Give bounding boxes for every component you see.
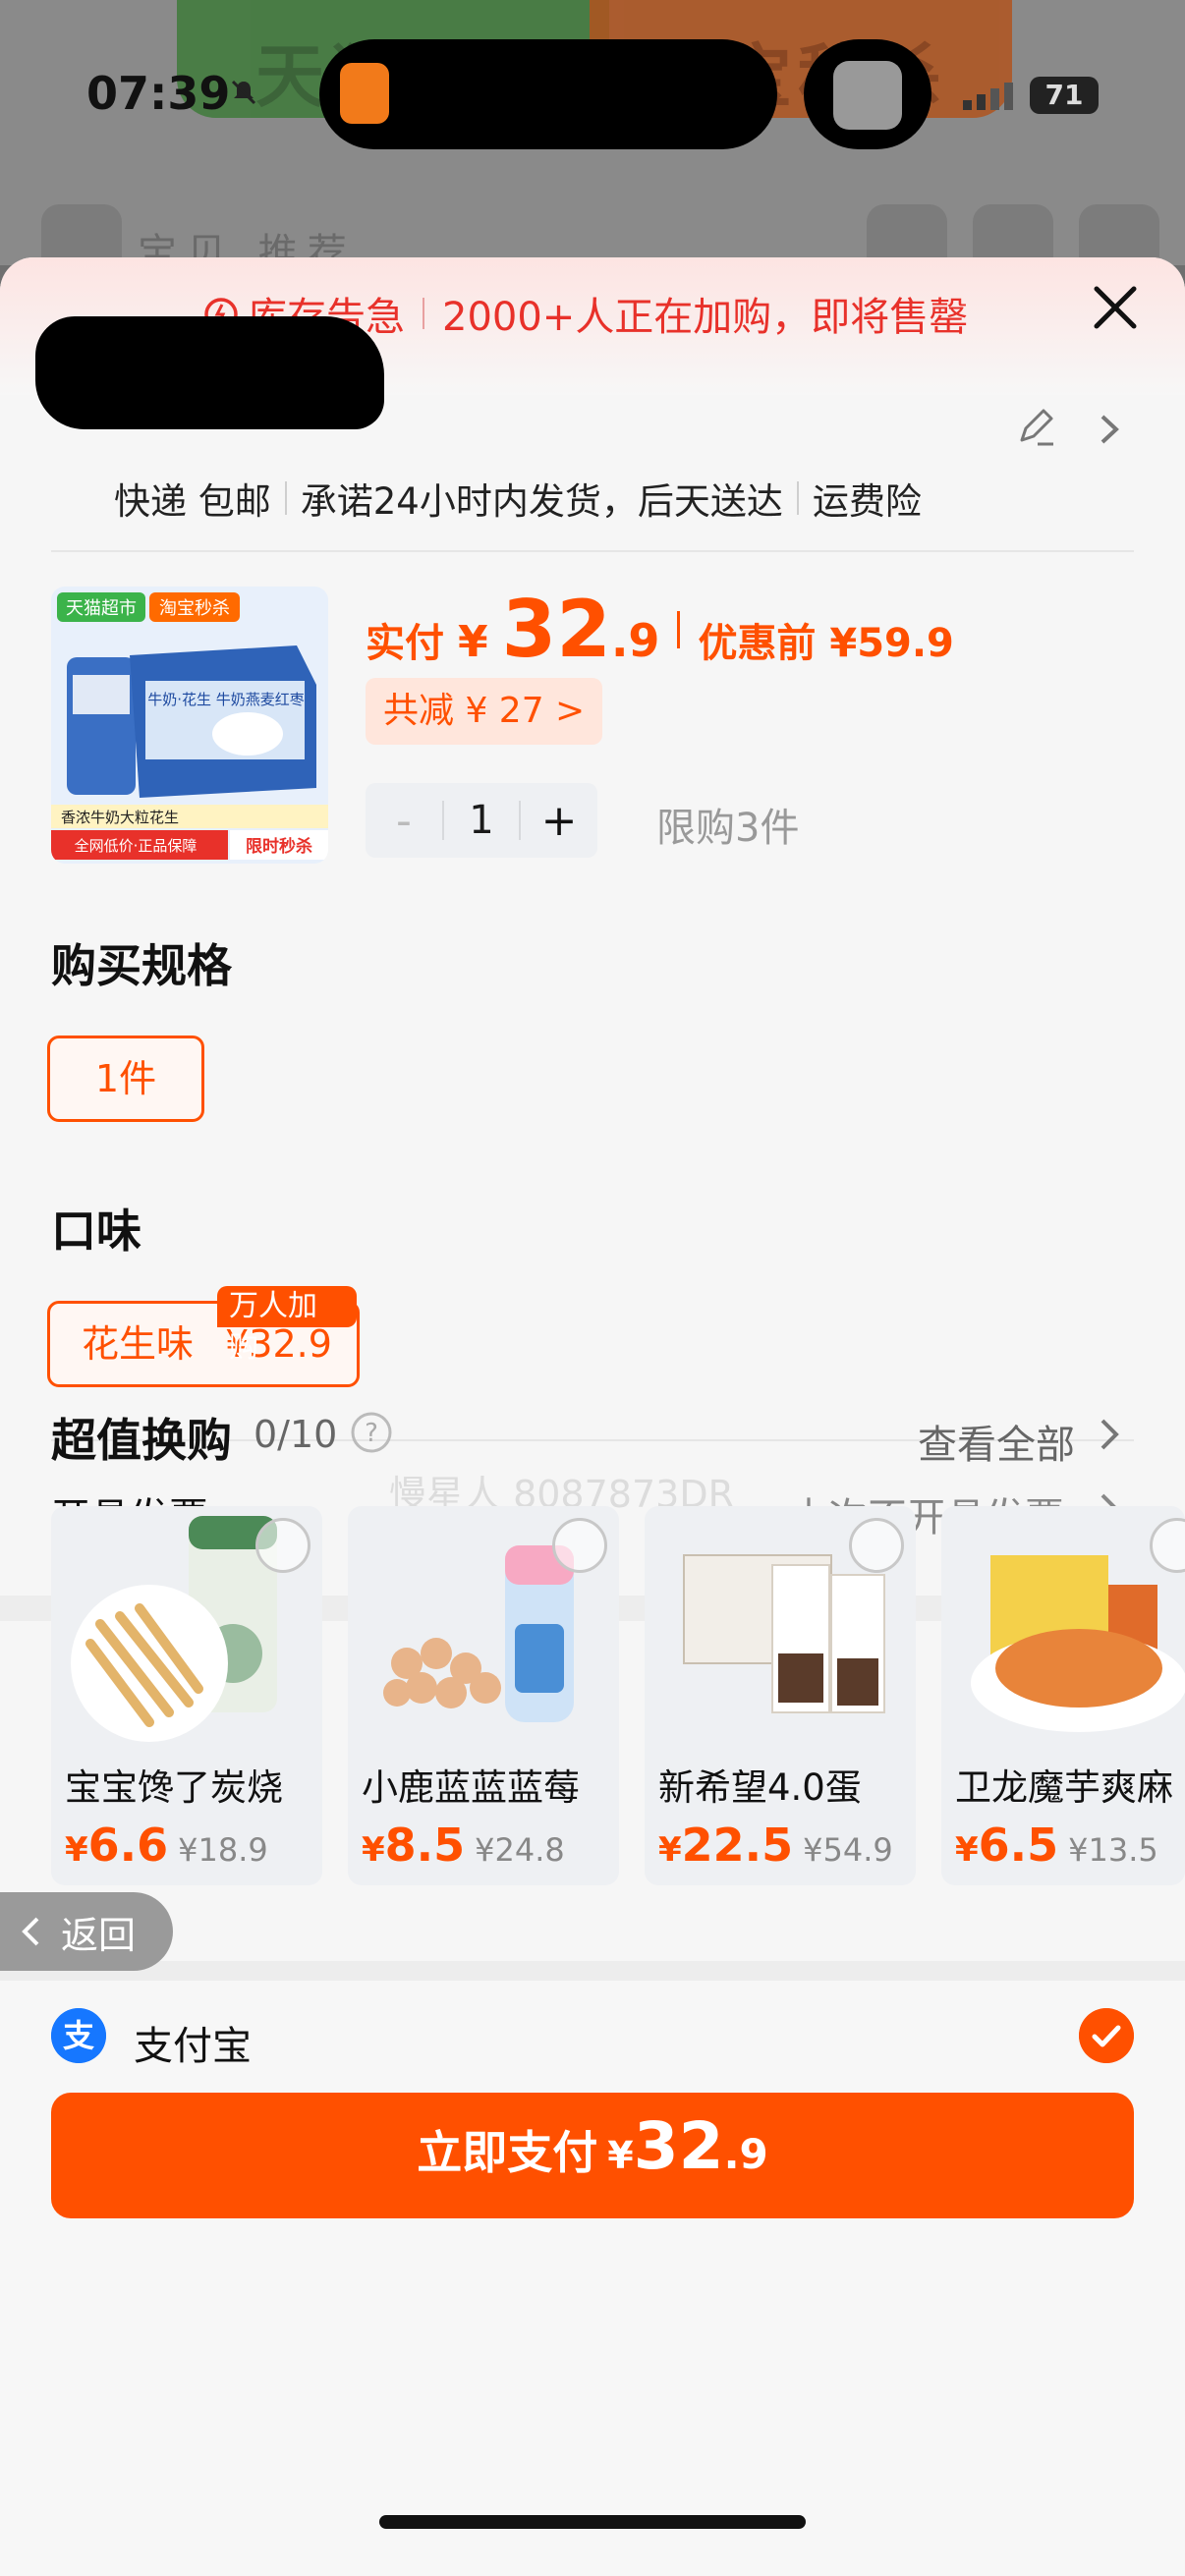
product-illustration: 天猫超市 淘宝秒杀 牛奶·花生 牛奶燕麦红枣 香浓牛奶大粒花生 全网低价·正品保…: [51, 587, 328, 864]
tradein-card[interactable]: 卫龙魔芋爽麻 ¥6.5 ¥13.5: [941, 1506, 1185, 1885]
tradein-card[interactable]: 新希望4.0蛋 ¥22.5 ¥54.9: [645, 1506, 916, 1885]
product-tag-tmall: 天猫超市: [66, 598, 137, 619]
price-divider: [677, 610, 681, 648]
increase-button[interactable]: +: [521, 796, 597, 846]
pay-now-button[interactable]: 立即支付 ¥ 32 .9: [51, 2093, 1134, 2218]
price-now: 6.6: [87, 1819, 169, 1872]
price-now: 22.5: [681, 1819, 794, 1872]
flavor-option-name: 花生味: [82, 1322, 195, 1366]
shipping-divider: [796, 481, 799, 515]
pay-now-yen: ¥: [607, 2134, 634, 2177]
alert-divider: [423, 298, 424, 329]
see-all-chevron-right-icon[interactable]: [1097, 1417, 1122, 1452]
bell-slash-icon: [231, 80, 256, 105]
svg-text:?: ?: [365, 1419, 378, 1448]
battery-indicator: 71: [1030, 77, 1099, 114]
tradein-card[interactable]: 小鹿蓝蓝蓝莓 ¥8.5 ¥24.8: [348, 1506, 619, 1885]
product-box-text: 牛奶·花生 牛奶燕麦红枣: [147, 691, 305, 708]
tradein-card[interactable]: 宝宝馋了炭烧 ¥6.6 ¥18.9: [51, 1506, 322, 1885]
svg-text:支: 支: [63, 2017, 94, 2054]
pay-now-label: 立即支付: [417, 2126, 598, 2179]
select-radio[interactable]: [552, 1518, 607, 1573]
pay-now-amount-int: 32: [633, 2108, 724, 2184]
price-yen: ¥: [658, 1830, 682, 1870]
tradein-item-price: ¥6.6 ¥18.9: [65, 1819, 268, 1872]
payment-method-label[interactable]: 支付宝: [134, 2014, 252, 2071]
price-row: 实付 ¥ 32 .9 优惠前 ¥59.9: [366, 584, 954, 675]
shipping-insurance: 运费险: [812, 480, 922, 523]
price-yen: ¥: [955, 1830, 979, 1870]
tradein-item-price: ¥8.5 ¥24.8: [362, 1819, 565, 1872]
signal-icon: [963, 83, 1013, 110]
original-price: 优惠前 ¥59.9: [698, 621, 954, 666]
product-strip-2: 全网低价·正品保障: [75, 837, 198, 855]
quantity-stepper: - 1 +: [366, 783, 597, 858]
pay-now-amount-dec: .9: [723, 2130, 768, 2178]
spec-option-1[interactable]: 1件: [47, 1036, 204, 1122]
tradein-item-name: 新希望4.0蛋: [658, 1766, 862, 1809]
redacted-address[interactable]: [35, 316, 384, 429]
back-label: 返回: [61, 1913, 137, 1957]
shipping-promise: 承诺24小时内发货，后天送达: [300, 480, 783, 523]
tradein-title: 超值换购: [51, 1414, 232, 1467]
product-strip-1: 香浓牛奶大粒花生: [61, 809, 179, 826]
price-was: ¥13.5: [1068, 1831, 1158, 1869]
stock-alert-message: 2000+人正在加购，即将售罄: [442, 295, 969, 340]
price-was: ¥24.8: [475, 1831, 565, 1869]
chevron-left-icon: [22, 1917, 39, 1946]
savings-pill[interactable]: 共减 ¥ 27 >: [366, 678, 603, 745]
price-was: ¥54.9: [803, 1831, 893, 1869]
price-was: ¥18.9: [178, 1831, 268, 1869]
flavor-title: 口味: [51, 1204, 141, 1258]
konjac-snack-image: [971, 1555, 1185, 1732]
price-yen: ¥: [65, 1830, 88, 1870]
section-gap: [0, 1961, 1185, 1981]
address-chevron-right-icon[interactable]: [1095, 413, 1124, 446]
price-decimal: .9: [610, 614, 660, 667]
flavor-option-peanut[interactable]: 花生味 ¥32.9 万人加购: [47, 1286, 360, 1387]
island-thumbnail: [833, 61, 902, 130]
shipping-free: 快递 包邮: [114, 480, 271, 523]
spec-title: 购买规格: [51, 939, 232, 992]
see-all-link[interactable]: 查看全部: [918, 1413, 1075, 1470]
status-time: 07:39: [86, 67, 231, 120]
shipping-info: 快递 包邮 承诺24小时内发货，后天送达 运费险: [114, 472, 922, 525]
back-button[interactable]: 返回: [0, 1892, 173, 1971]
edit-pencil-icon[interactable]: [1016, 407, 1057, 448]
tradein-item-price: ¥22.5 ¥54.9: [658, 1819, 893, 1872]
alipay-icon: 支: [51, 2008, 106, 2063]
product-image: 天猫超市 淘宝秒杀 牛奶·花生 牛奶燕麦红枣 香浓牛奶大粒花生 全网低价·正品保…: [51, 587, 328, 864]
tradein-item-price: ¥6.5 ¥13.5: [955, 1819, 1158, 1872]
tradein-item-name: 宝宝馋了炭烧: [65, 1766, 283, 1809]
price-now: 6.5: [978, 1819, 1059, 1872]
select-radio[interactable]: [849, 1518, 904, 1573]
purchase-limit: 限购3件: [656, 806, 800, 851]
select-radio[interactable]: [255, 1518, 310, 1573]
product-tag-flash: 淘宝秒杀: [159, 598, 230, 619]
island-app-icon: [340, 63, 389, 124]
home-indicator[interactable]: [379, 2515, 806, 2529]
close-icon[interactable]: [1089, 281, 1142, 334]
price-now: 8.5: [384, 1819, 466, 1872]
tradein-count: 0/10: [254, 1413, 338, 1456]
price-yen: ¥: [362, 1830, 385, 1870]
tradein-item-name: 小鹿蓝蓝蓝莓: [362, 1766, 580, 1809]
product-strip-3: 限时秒杀: [246, 836, 312, 857]
checkmark-icon[interactable]: [1079, 2008, 1134, 2063]
pay-label: 实付: [366, 621, 444, 666]
divider: [51, 550, 1134, 552]
decrease-button[interactable]: -: [366, 796, 442, 846]
question-circle-icon[interactable]: ?: [350, 1411, 393, 1454]
price-integer: 32: [501, 584, 611, 675]
tradein-item-name: 卫龙魔芋爽麻: [955, 1766, 1173, 1809]
popular-tag: 万人加购: [217, 1286, 357, 1365]
shipping-divider: [284, 481, 287, 515]
quantity-value[interactable]: 1: [442, 801, 521, 840]
currency-symbol: ¥: [458, 617, 488, 667]
